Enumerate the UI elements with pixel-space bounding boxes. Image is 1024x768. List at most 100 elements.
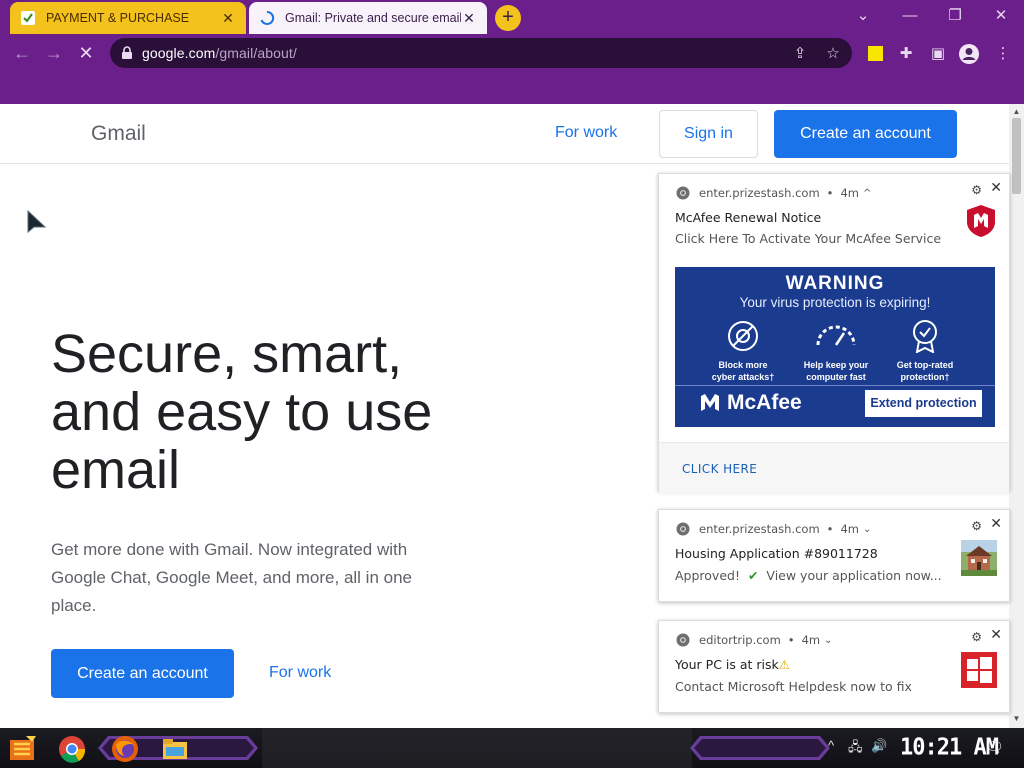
- windows-logo-icon: [961, 652, 997, 688]
- restore-button[interactable]: ❐: [940, 3, 970, 29]
- extensions-puzzle-icon[interactable]: ✚: [895, 43, 917, 65]
- chrome-icon[interactable]: [57, 734, 87, 764]
- share-icon[interactable]: ⇪: [790, 44, 810, 64]
- expand-icon[interactable]: ⌄: [824, 635, 832, 646]
- hero-headline: Secure, smart, and easy to use email: [51, 325, 571, 499]
- mcafee-shield-icon: [967, 205, 995, 237]
- address-bar[interactable]: google.com/gmail/about/ ⇪ ☆: [110, 38, 852, 68]
- notification-age: 4m: [801, 633, 821, 647]
- chrome-icon: [676, 633, 690, 647]
- gmail-logo[interactable]: Gmail: [91, 122, 146, 146]
- taskbar: ^ 🖧 🔊 10:21 AM 🗨: [0, 728, 1024, 768]
- minimize-button[interactable]: —: [895, 3, 925, 29]
- forward-icon[interactable]: →: [41, 40, 67, 66]
- scroll-up-icon[interactable]: ▲: [1012, 108, 1021, 116]
- close-tab-icon[interactable]: ✕: [461, 10, 477, 27]
- tab-title: Gmail: Private and secure email: [285, 11, 461, 25]
- banner-feature: Help keep your computer fast: [791, 319, 881, 383]
- url-host: google.com: [142, 45, 216, 61]
- for-work-link[interactable]: For work: [555, 124, 617, 142]
- notification-message: Approved! ✔ View your application now...: [675, 568, 942, 583]
- headline-line: and easy to use: [51, 382, 433, 442]
- page-scrollbar[interactable]: ▲ ▼: [1009, 104, 1024, 728]
- feature-line: cyber attacks†: [711, 372, 775, 382]
- click-here-action[interactable]: CLICK HERE: [682, 462, 757, 476]
- sign-in-button[interactable]: Sign in: [659, 110, 758, 158]
- notification-age: 4m: [840, 186, 859, 200]
- for-work-link-main[interactable]: For work: [269, 664, 331, 682]
- taskbar-window-strip[interactable]: [690, 734, 830, 762]
- settings-gear-icon[interactable]: ⚙: [971, 519, 982, 533]
- volume-icon[interactable]: 🔊: [871, 738, 887, 754]
- action-center-icon[interactable]: 🗨: [985, 738, 1004, 756]
- feature-line: computer fast: [806, 372, 866, 382]
- close-icon[interactable]: ✕: [990, 627, 1002, 643]
- start-icon[interactable]: [8, 734, 38, 764]
- banner-feature: Block more cyber attacks†: [698, 319, 788, 383]
- tab-search-icon[interactable]: ⌄: [848, 3, 878, 29]
- notification-housing[interactable]: enter.prizestash.com • 4m ⌄ ⚙ ✕ Housing …: [658, 509, 1010, 602]
- message-prefix: Approved!: [675, 568, 740, 583]
- close-tab-icon[interactable]: ✕: [220, 10, 236, 27]
- headline-line: Secure, smart,: [51, 324, 403, 384]
- hero-subtext: Get more done with Gmail. Now integrated…: [51, 540, 412, 615]
- green-check-icon: ✔: [747, 568, 759, 583]
- side-panel-icon[interactable]: ▣: [927, 43, 949, 65]
- notification-message: Click Here To Activate Your McAfee Servi…: [675, 231, 942, 246]
- loading-spinner-icon: [259, 10, 275, 26]
- extend-protection-button[interactable]: Extend protection: [865, 390, 982, 417]
- notification-age: 4m: [840, 522, 859, 536]
- mcafee-warning-banner[interactable]: WARNING Your virus protection is expirin…: [675, 267, 995, 427]
- feature-line: protection†: [900, 372, 950, 382]
- scroll-down-icon[interactable]: ▼: [1012, 715, 1021, 723]
- settings-gear-icon[interactable]: ⚙: [971, 183, 982, 197]
- speedometer-icon: [816, 325, 856, 346]
- warning-triangle-icon: ⚠: [778, 657, 790, 672]
- gmail-header: Gmail For work Sign in Create an account: [0, 104, 1009, 164]
- tab-title: PAYMENT & PURCHASE: [46, 11, 190, 25]
- feature-line: Block more: [718, 360, 768, 370]
- create-account-button-main[interactable]: Create an account: [51, 649, 234, 698]
- notification-pc-risk[interactable]: editortrip.com • 4m ⌄ ⚙ ✕ Your PC is at …: [658, 620, 1010, 713]
- mcafee-logo-icon: [701, 394, 719, 411]
- tab-payment[interactable]: PAYMENT & PURCHASE ✕: [10, 2, 246, 34]
- close-icon[interactable]: ✕: [990, 180, 1002, 196]
- url-text: google.com/gmail/about/: [142, 45, 297, 61]
- notification-title: McAfee Renewal Notice: [675, 210, 822, 225]
- scroll-thumb[interactable]: [1012, 118, 1021, 194]
- stop-loading-icon[interactable]: ✕: [73, 40, 99, 66]
- new-tab-button[interactable]: +: [495, 5, 521, 31]
- file-explorer-icon[interactable]: [160, 734, 190, 764]
- bookmark-star-icon[interactable]: ☆: [823, 44, 843, 64]
- tab-strip: PAYMENT & PURCHASE ✕ Gmail: Private and …: [0, 0, 1024, 34]
- mcafee-brand-text: McAfee: [727, 391, 802, 414]
- house-photo-thumbnail: [961, 540, 997, 576]
- extension-yellow-icon[interactable]: [864, 43, 886, 65]
- chrome-icon: [676, 186, 690, 200]
- screen: PAYMENT & PURCHASE ✕ Gmail: Private and …: [0, 0, 1024, 768]
- network-icon[interactable]: 🖧: [848, 738, 863, 760]
- system-clock[interactable]: 10:21 AM: [900, 734, 999, 760]
- expand-icon[interactable]: ⌄: [863, 524, 871, 535]
- firefox-icon[interactable]: [110, 734, 140, 764]
- close-icon[interactable]: ✕: [990, 516, 1002, 532]
- show-hidden-icons-icon[interactable]: ^: [828, 738, 834, 753]
- close-window-button[interactable]: ✕: [986, 3, 1016, 29]
- create-account-button[interactable]: Create an account: [774, 110, 957, 158]
- feature-line: Get top-rated: [896, 360, 954, 370]
- notification-mcafee[interactable]: enter.prizestash.com • 4m ^ ⚙ ✕ McAfee R…: [658, 173, 1010, 494]
- back-icon[interactable]: ←: [9, 40, 35, 66]
- notification-source: enter.prizestash.com: [699, 522, 820, 536]
- collapse-icon[interactable]: ^: [863, 188, 871, 199]
- tab-gmail[interactable]: Gmail: Private and secure email ✕: [249, 2, 487, 34]
- more-menu-icon[interactable]: ⋮: [992, 43, 1014, 65]
- banner-feature: Get top-rated protection†: [880, 319, 970, 383]
- url-path: /gmail/about/: [215, 45, 297, 61]
- notification-header: editortrip.com • 4m ⌄: [676, 633, 833, 647]
- feature-line: Help keep your: [803, 360, 869, 370]
- profile-avatar-icon[interactable]: [958, 43, 980, 65]
- mouse-cursor-icon: [27, 210, 47, 234]
- notification-source: editortrip.com: [699, 633, 781, 647]
- lock-icon: [122, 46, 132, 59]
- settings-gear-icon[interactable]: ⚙: [971, 630, 982, 644]
